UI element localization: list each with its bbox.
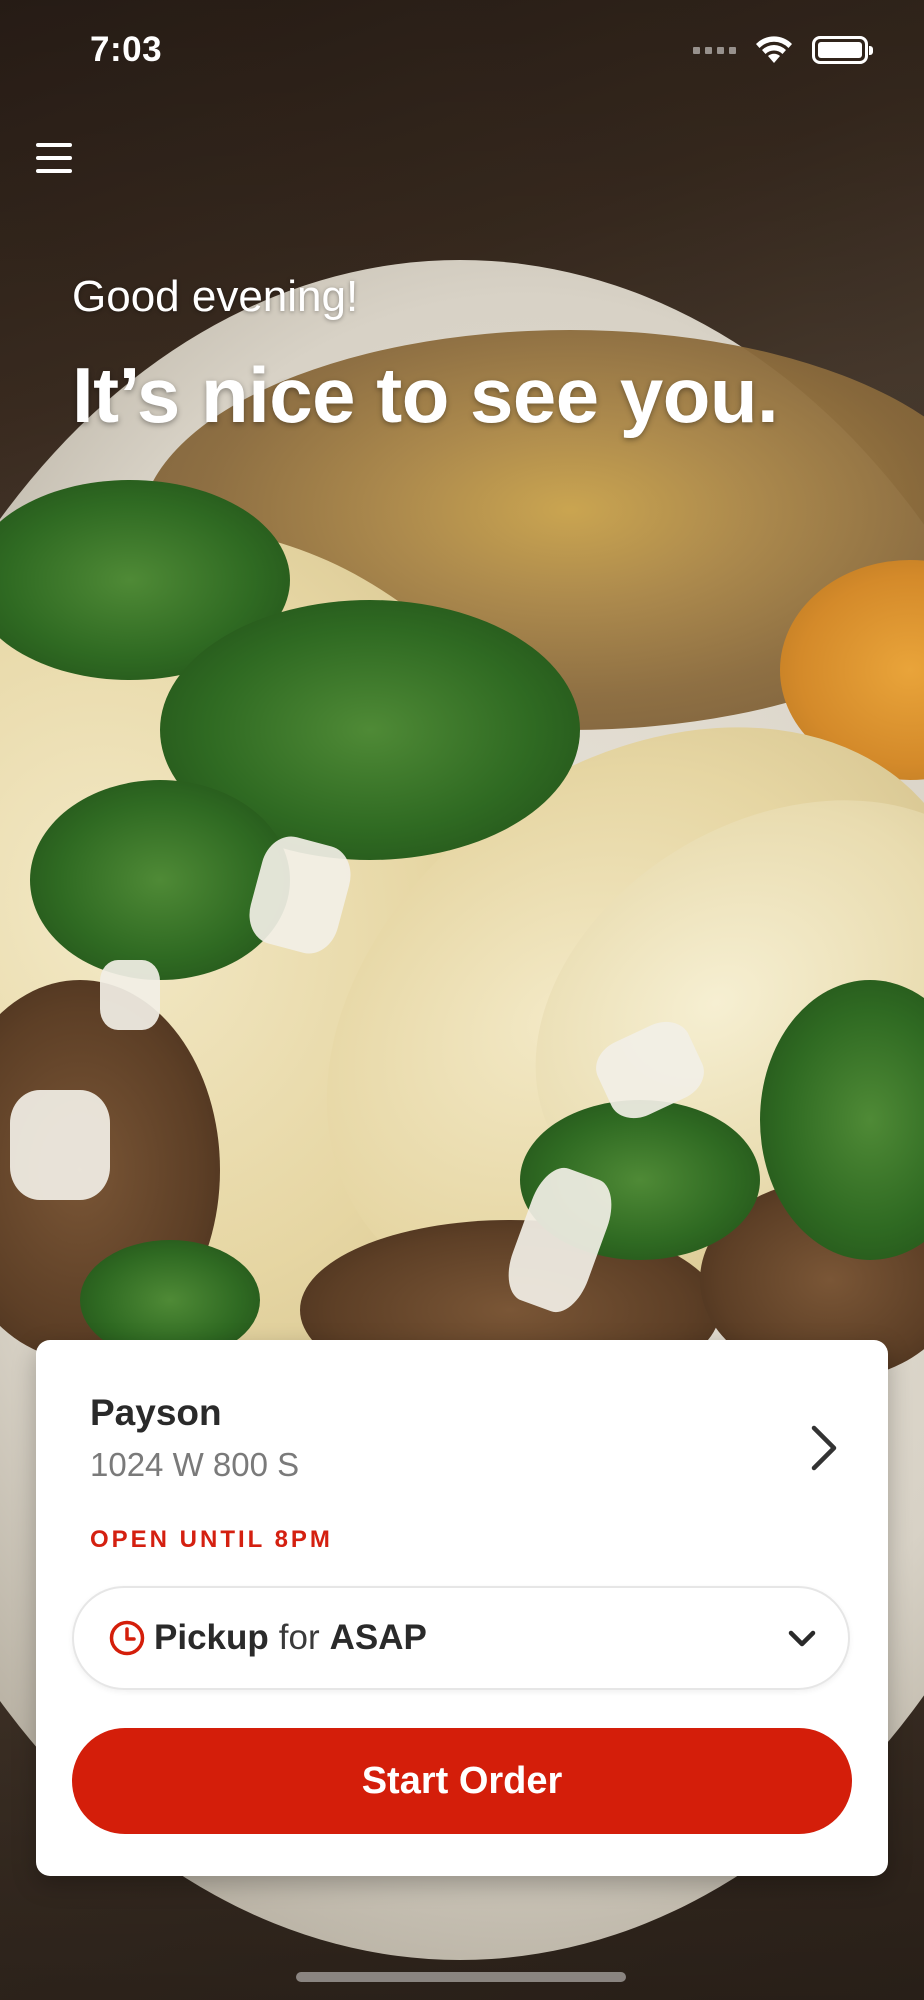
order-mode-time: ASAP [329,1618,427,1657]
cilantro-shape [30,780,290,980]
status-time: 7:03 [90,30,163,69]
status-icons [693,35,873,65]
signal-icon [693,46,736,54]
order-card: Payson 1024 W 800 S OPEN UNTIL 8PM Picku… [36,1340,888,1876]
start-order-button[interactable]: Start Order [72,1728,852,1834]
location-address: 1024 W 800 S [90,1446,300,1483]
order-mode-selector[interactable]: Pickup for ASAP [72,1586,850,1690]
order-mode-text: Pickup for ASAP [154,1618,427,1658]
hamburger-menu-icon[interactable] [26,130,82,186]
location-selector[interactable]: Payson 1024 W 800 S [90,1392,850,1504]
greeting-text: Good evening! [72,272,359,321]
chevron-down-icon [788,1630,816,1647]
wifi-icon [756,36,792,63]
battery-icon [812,36,873,64]
clock-icon [109,1620,145,1656]
open-hours-status: OPEN UNTIL 8PM [90,1526,333,1553]
location-name: Payson [90,1392,222,1433]
status-bar: 7:03 [0,0,924,100]
chevron-right-icon [811,1425,837,1471]
welcome-headline: It’s nice to see you. [72,351,779,439]
order-mode-connector: for [278,1618,320,1657]
onion-shape [10,1090,110,1200]
onion-shape [100,960,160,1030]
order-mode-type: Pickup [154,1618,269,1657]
home-indicator[interactable] [296,1972,626,1982]
